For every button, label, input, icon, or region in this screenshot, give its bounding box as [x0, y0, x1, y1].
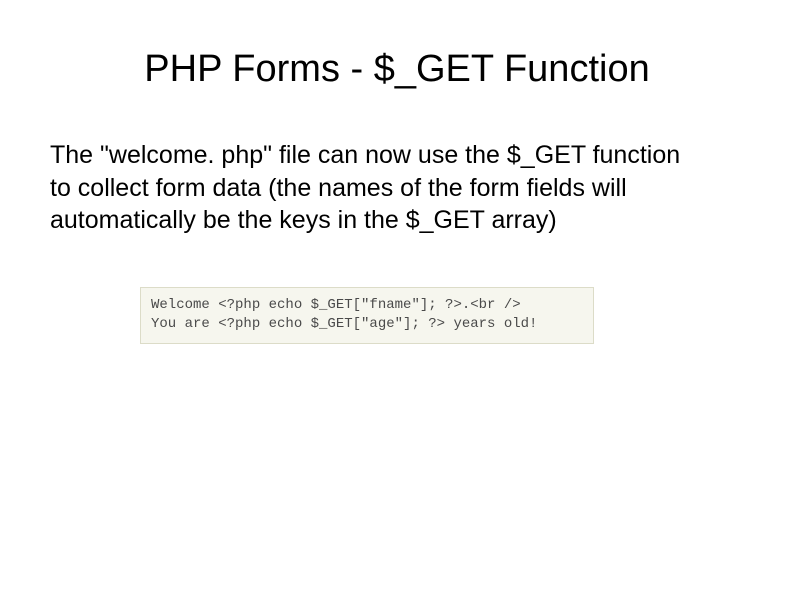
code-example: Welcome <?php echo $_GET["fname"]; ?>.<b… [140, 287, 594, 344]
slide-title: PHP Forms - $_GET Function [50, 48, 744, 91]
slide-body-text: The "welcome. php" file can now use the … [50, 139, 744, 237]
slide: PHP Forms - $_GET Function The "welcome.… [0, 0, 794, 595]
